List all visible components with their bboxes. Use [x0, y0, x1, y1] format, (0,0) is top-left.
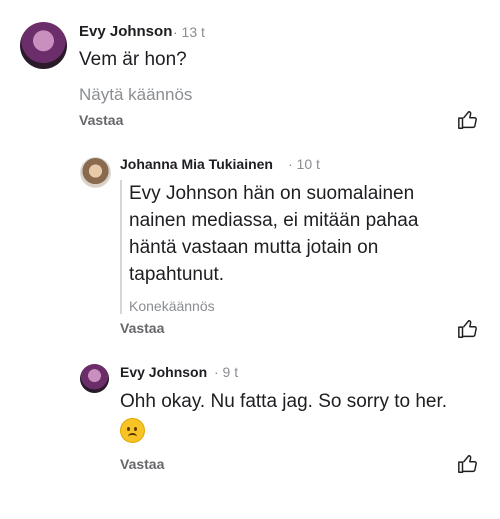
comment-text-line: nainen mediassa, ei mitään pahaa: [129, 210, 419, 231]
comment-author[interactable]: Johanna Mia Tukiainen: [120, 156, 273, 172]
comment-text-line: tapahtunut.: [129, 264, 225, 285]
show-translation-link[interactable]: Näytä käännös: [79, 85, 192, 105]
comment-text: Ohh okay. Nu fatta jag. So sorry to her.: [120, 391, 448, 412]
comment-text-line: häntä vastaan mutta jotain on: [129, 237, 379, 258]
reply-button[interactable]: Vastaa: [120, 320, 164, 336]
reply-button[interactable]: Vastaa: [79, 112, 123, 128]
avatar[interactable]: [80, 157, 111, 188]
machine-translation-label[interactable]: Konekäännös: [129, 298, 489, 314]
translated-comment-block: Evy Johnson hän on suomalainen nainen me…: [120, 180, 489, 314]
reply-button[interactable]: Vastaa: [120, 456, 164, 472]
comment-timestamp: · 9 t: [214, 364, 239, 380]
frowning-face-emoji: [120, 418, 145, 443]
avatar[interactable]: [80, 364, 109, 393]
comment-text: Vem är hon?: [79, 49, 187, 70]
thumbs-up-icon[interactable]: [457, 453, 479, 475]
thumbs-up-icon[interactable]: [457, 109, 479, 131]
comment-author[interactable]: Evy Johnson: [120, 364, 207, 380]
comment-timestamp: · 10 t: [288, 156, 320, 172]
thumbs-up-icon[interactable]: [457, 318, 479, 340]
comment-text-line: Evy Johnson hän on suomalainen: [129, 183, 415, 204]
comment-timestamp: · 13 t: [173, 24, 205, 40]
avatar[interactable]: [20, 22, 67, 69]
comment-author[interactable]: Evy Johnson: [79, 23, 172, 40]
